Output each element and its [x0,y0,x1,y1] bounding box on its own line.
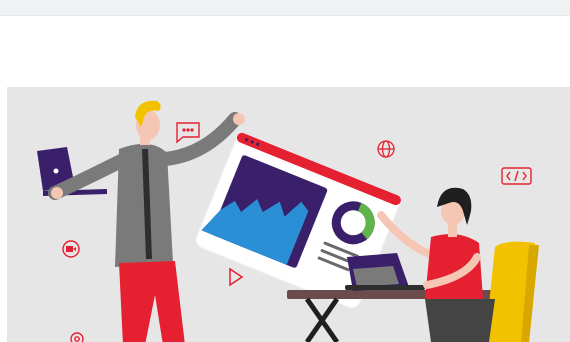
code-brackets-icon [501,167,532,185]
chat-bubble-icon [176,122,200,144]
desk-laptop [345,253,425,291]
gear-icon [70,332,84,342]
video-camera-icon [62,240,80,258]
chair [485,241,539,342]
top-bar [0,0,570,16]
globe-icon [377,140,395,158]
play-icon [229,267,244,287]
hero-illustration [7,87,570,342]
